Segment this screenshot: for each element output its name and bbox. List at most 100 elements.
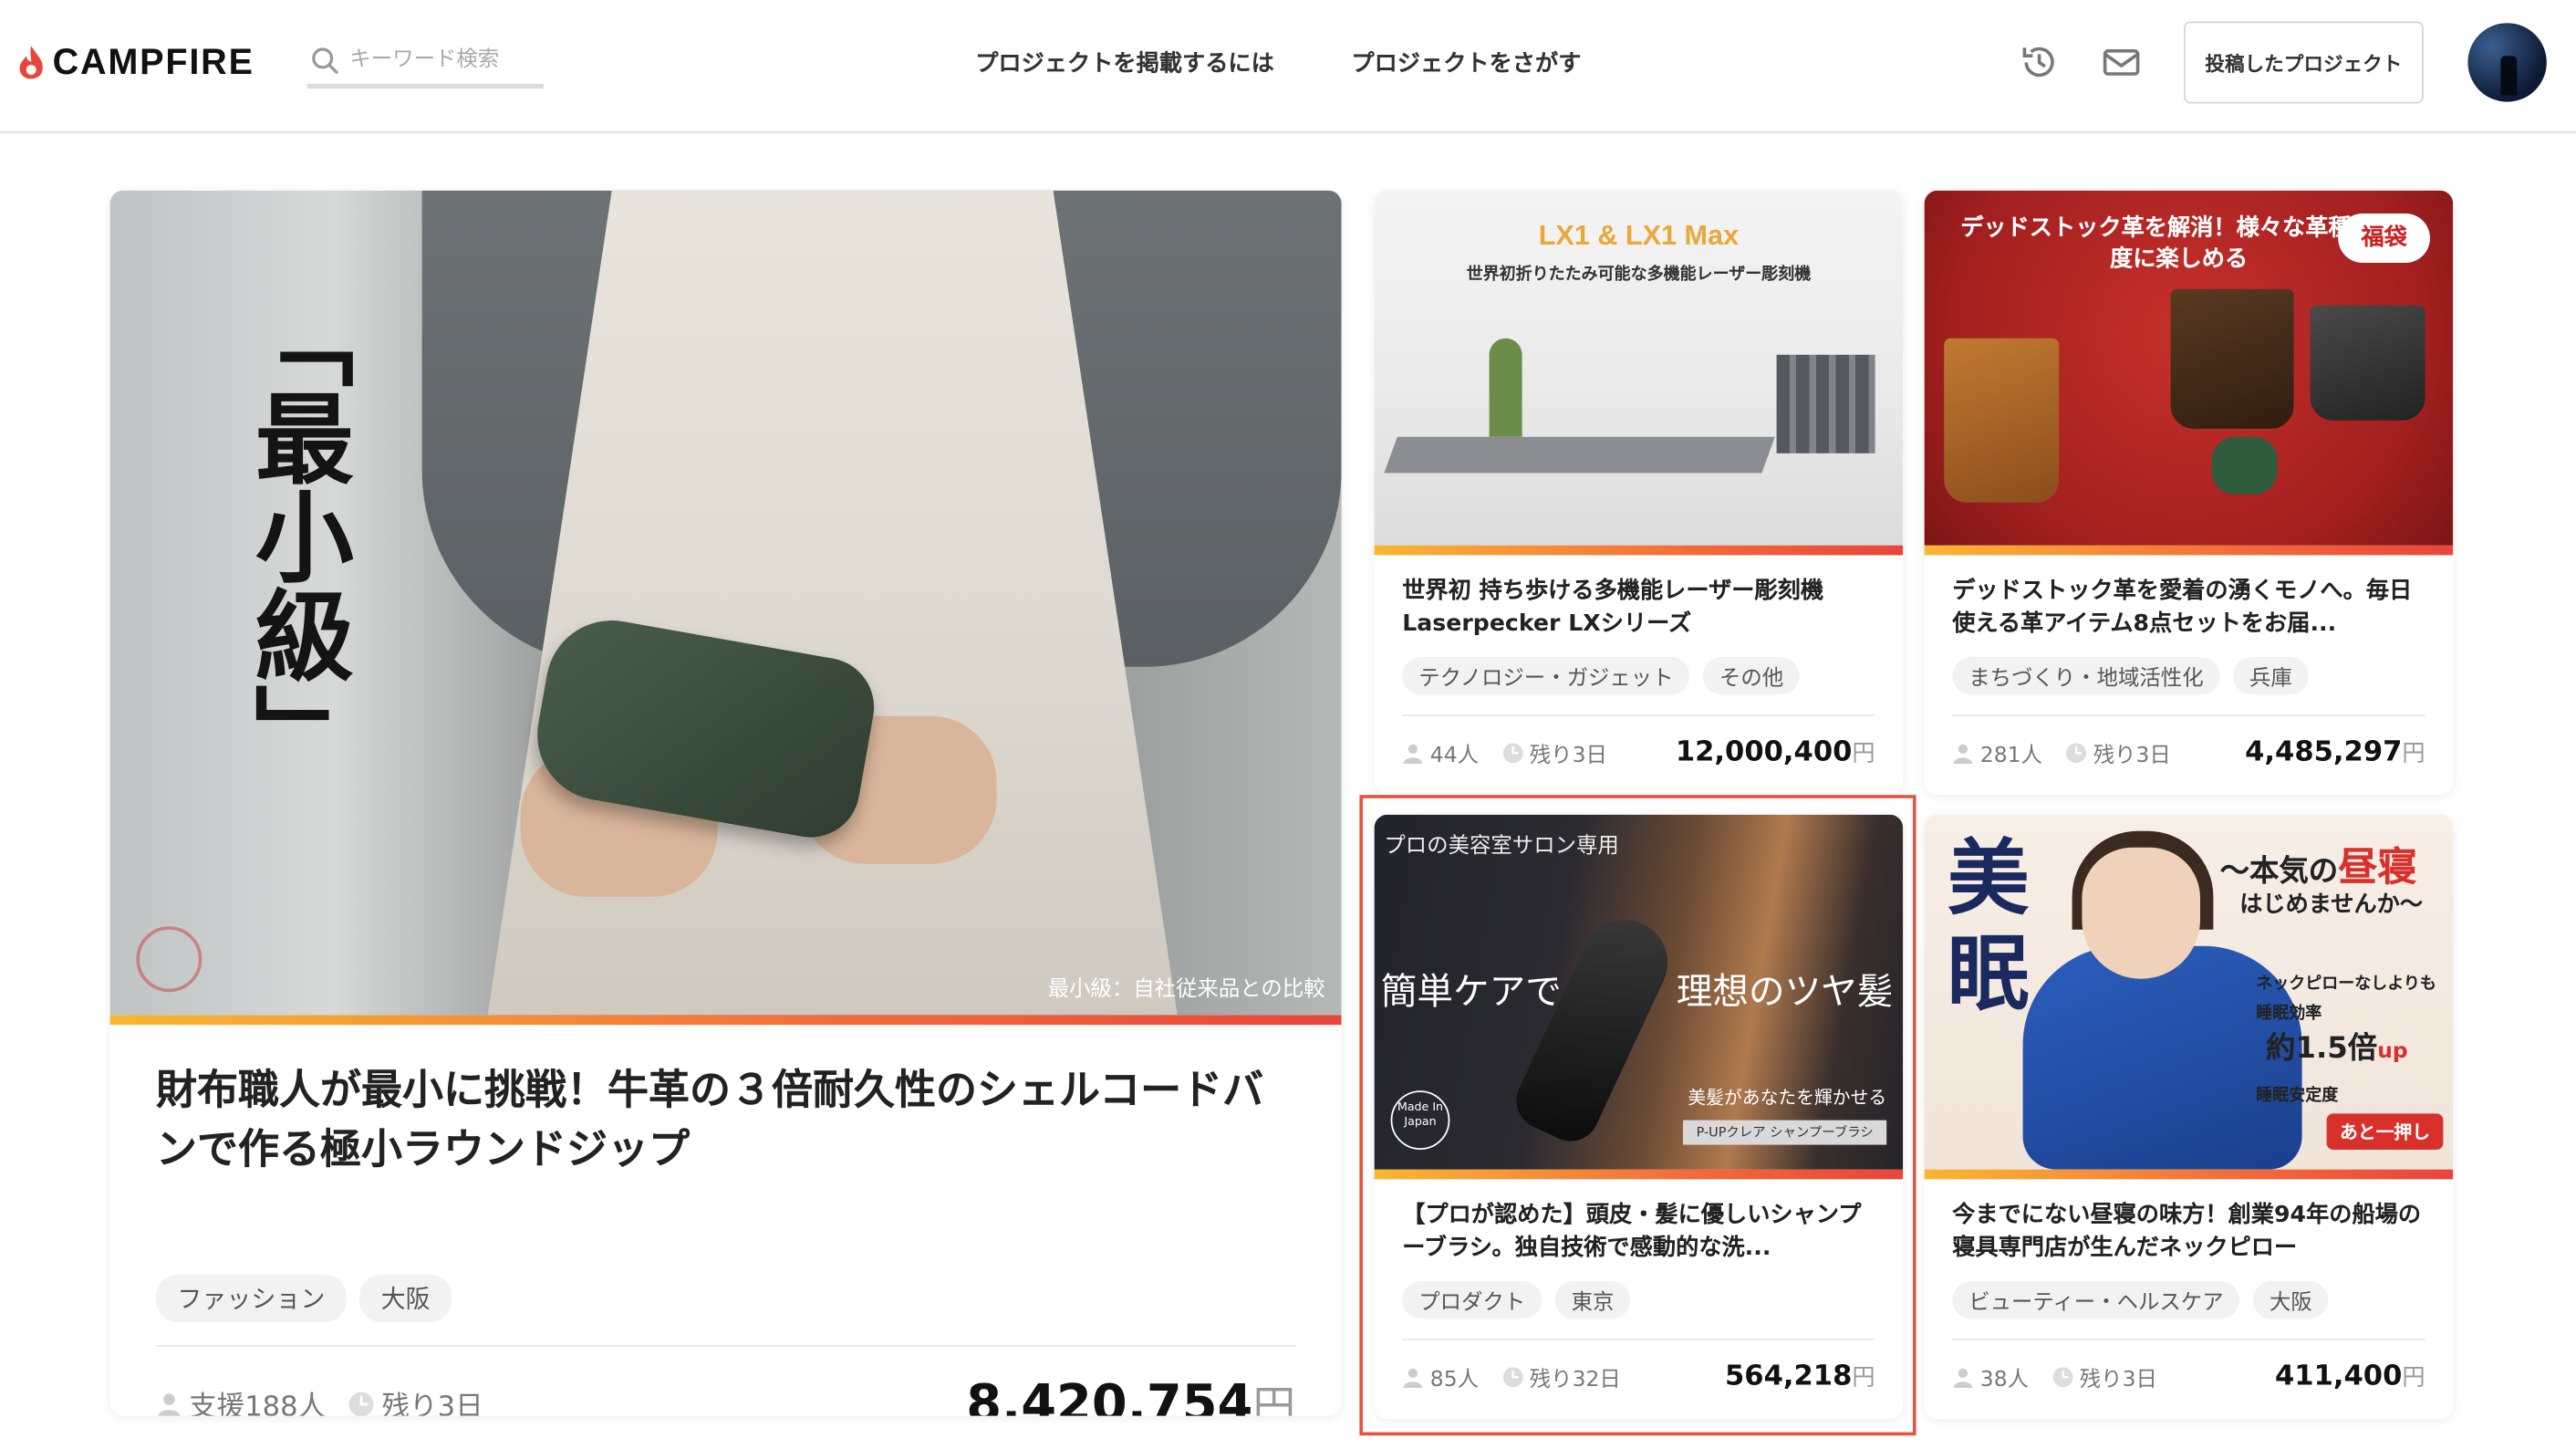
divider (1402, 714, 1875, 716)
tag-list: まちづくり・地域活性化 兵庫 (1952, 657, 2425, 695)
image-machine (1384, 436, 1775, 474)
image-heading: LX1 & LX1 Max (1538, 220, 1740, 252)
campfire-logo[interactable]: CAMPFIRE (16, 41, 254, 84)
mail-icon[interactable] (2100, 41, 2143, 84)
time-remaining: 残り3日 (381, 1391, 483, 1416)
project-image: デッドストック革を解消！様々な革種を一度に楽しめる 福袋 (1924, 190, 2454, 546)
project-title[interactable]: デッドストック革を愛着の湧くモノへ。毎日使える革アイテム8点セットをお届... (1952, 575, 2425, 644)
image-bag (1944, 338, 2060, 503)
featured-project-image: 「最小級」 最小級：自社従来品との比較 (109, 190, 1342, 1016)
image-bag (2310, 305, 2425, 421)
image-face (2082, 847, 2200, 979)
user-avatar[interactable] (2467, 23, 2547, 102)
image-headline-a: 〜本気の (2219, 854, 2339, 889)
time-remaining: 残り3日 (1529, 743, 1607, 768)
clock-icon (2065, 742, 2086, 763)
category-tag[interactable]: まちづくり・地域活性化 (1952, 657, 2220, 695)
funded-amount: 411,400 (2275, 1360, 2403, 1393)
clock-icon (1501, 742, 1522, 763)
image-stat-text: 睡眠安定度 (2256, 1087, 2339, 1106)
image-headline: 〜本気の昼寝 (2220, 834, 2417, 891)
project-card[interactable]: デッドストック革を解消！様々な革種を一度に楽しめる 福袋 デッドストック革を愛着… (1924, 190, 2454, 796)
image-caption: 最小級：自社従来品との比較 (1047, 977, 1325, 1002)
funded-amount: 4,485,297 (2245, 735, 2403, 769)
search-icon (312, 47, 338, 73)
category-tag[interactable]: ファッション (156, 1274, 347, 1322)
supporters-count: 38人 (1979, 1367, 2029, 1392)
image-stamp (136, 926, 203, 993)
image-fukubukuro-badge: 福袋 (2338, 214, 2430, 263)
nav-link-find-projects[interactable]: プロジェクトをさがす (1351, 46, 1581, 78)
project-image: 美眠 〜本気の昼寝 はじめませんか〜 ネックピローなしよりも 睡眠効率 約1.5… (1924, 814, 2454, 1170)
nav-link-how-to-post[interactable]: プロジェクトを掲載するには (975, 46, 1274, 78)
time-remaining: 残り3日 (2079, 1367, 2157, 1392)
posted-projects-button[interactable]: 投稿したプロジェクト (2184, 21, 2424, 104)
progress-bar (1374, 545, 1904, 556)
image-stat-text: ネックピローなしよりも (2256, 975, 2436, 994)
search-box[interactable] (306, 36, 544, 89)
currency-label: 円 (1852, 740, 1875, 767)
project-title[interactable]: 今までにない昼寝の味方！創業94年の船場の寝具専門店が生んだネックピロー (1952, 1199, 2425, 1268)
project-card[interactable]: 美眠 〜本気の昼寝 はじめませんか〜 ネックピローなしよりも 睡眠効率 約1.5… (1924, 814, 2454, 1420)
image-pouch (2211, 436, 2278, 495)
image-stat-text: 睡眠効率 (2256, 1005, 2322, 1024)
location-tag[interactable]: 大阪 (359, 1274, 452, 1322)
image-stat-value-suffix: up (2377, 1039, 2408, 1065)
image-plant (1489, 338, 1522, 437)
image-big-text: 美眠 (1947, 829, 2030, 1022)
clock-icon (349, 1391, 375, 1416)
currency-label: 円 (2402, 1364, 2425, 1392)
funded-amount: 8,420,754 (966, 1374, 1253, 1416)
image-stat-value-text: 約1.5倍 (2266, 1031, 2378, 1067)
image-machine-tower (1776, 354, 1875, 453)
image-headline-b: 昼寝 (2338, 844, 2417, 891)
currency-label: 円 (1252, 1382, 1296, 1416)
project-card[interactable]: LX1 & LX1 Max 世界初折りたたみ可能な多機能レーザー彫刻機 世界初 … (1374, 190, 1904, 796)
person-icon (1953, 1367, 1973, 1388)
flame-icon (19, 46, 43, 79)
selection-highlight (1359, 795, 1916, 1436)
clock-icon (2051, 1366, 2072, 1387)
time-remaining: 残り3日 (2093, 743, 2171, 768)
category-tag[interactable]: その他 (1703, 657, 1801, 695)
location-tag[interactable]: 大阪 (2253, 1281, 2329, 1319)
image-subheading: 世界初折りたたみ可能な多機能レーザー彫刻機 (1466, 266, 1812, 285)
divider (1952, 714, 2425, 716)
person-icon (1403, 743, 1423, 764)
funded-amount: 12,000,400 (1675, 735, 1853, 769)
image-bag (2170, 288, 2294, 429)
project-image: LX1 & LX1 Max 世界初折りたたみ可能な多機能レーザー彫刻機 (1374, 190, 1904, 546)
image-vertical-text: 「最小級」 (238, 288, 353, 782)
image-headline-2: はじめませんか〜 (2239, 891, 2424, 919)
progress-bar (1924, 545, 2454, 556)
project-meta: 支援188人 残り3日 8,420,754円 (156, 1373, 1295, 1416)
image-banner: デッドストック革を解消！様々な革種を一度に楽しめる (1960, 214, 2397, 273)
project-meta: 38人 残り3日 411,400円 (1952, 1360, 2425, 1392)
project-meta: 44人 残り3日 12,000,400円 (1402, 735, 1875, 768)
tag-list: ビューティー・ヘルスケア 大阪 (1952, 1281, 2425, 1319)
project-title[interactable]: 世界初 持ち歩ける多機能レーザー彫刻機Laserpecker LXシリーズ (1402, 575, 1875, 644)
site-header: CAMPFIRE プロジェクトを掲載するには プロジェクトをさがす 投稿したプロ… (0, 0, 2576, 133)
search-input[interactable] (349, 47, 531, 73)
supporters-count: 44人 (1429, 743, 1479, 768)
person-icon (1953, 743, 1973, 764)
category-tag[interactable]: ビューティー・ヘルスケア (1952, 1281, 2240, 1319)
person-icon (158, 1392, 181, 1416)
tag-list: ファッション 大阪 (156, 1274, 1295, 1322)
currency-label: 円 (2402, 740, 2425, 767)
logo-text: CAMPFIRE (52, 41, 254, 82)
divider (156, 1345, 1296, 1347)
location-tag[interactable]: 兵庫 (2233, 657, 2309, 695)
category-tag[interactable]: テクノロジー・ガジェット (1402, 657, 1690, 695)
history-icon[interactable] (2018, 41, 2061, 84)
divider (1952, 1339, 2425, 1340)
featured-project-card[interactable]: 「最小級」 最小級：自社従来品との比較 財布職人が最小に挑戦！牛革の３倍耐久性の… (109, 190, 1342, 1416)
tag-list: テクノロジー・ガジェット その他 (1402, 657, 1875, 695)
image-stat-value: 約1.5倍up (2266, 1025, 2408, 1068)
supporters-count: 281人 (1979, 743, 2042, 768)
project-title[interactable]: 財布職人が最小に挑戦！牛革の３倍耐久性のシェルコードバンで作る極小ラウンドジップ (156, 1061, 1295, 1242)
progress-bar (109, 1015, 1342, 1026)
progress-bar (1924, 1169, 2454, 1180)
image-push-button: あと一押し (2326, 1113, 2444, 1150)
project-meta: 281人 残り3日 4,485,297円 (1952, 735, 2425, 768)
